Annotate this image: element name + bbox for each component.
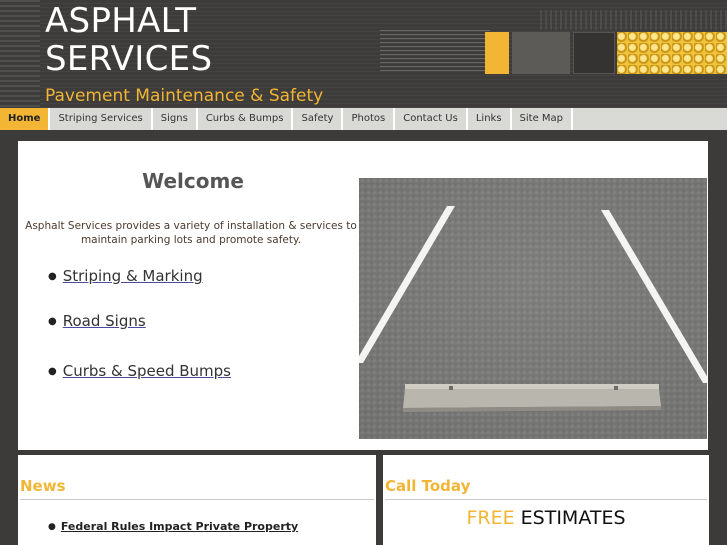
nav-item-site-map[interactable]: Site Map — [511, 108, 574, 130]
header-line-decoration — [380, 30, 490, 74]
header-stripe-decoration — [0, 0, 40, 108]
welcome-heading: Welcome — [142, 169, 244, 193]
service-list-item: ● Road Signs — [48, 312, 146, 330]
logo-title-line2: SERVICES — [45, 39, 213, 79]
news-title: News — [20, 477, 66, 495]
site-header: ASPHALT SERVICES Pavement Maintenance & … — [0, 0, 727, 108]
main-nav: Home Striping Services Signs Curbs & Bum… — [0, 108, 727, 130]
news-panel: News ● Federal Rules Impact Private Prope… — [18, 455, 376, 545]
call-today-panel: Call Today FREE ESTIMATES — [383, 455, 709, 545]
nav-item-safety[interactable]: Safety — [293, 108, 344, 130]
news-list-item: ● Federal Rules Impact Private Property — [48, 520, 298, 533]
bullet-dot-icon: ● — [48, 522, 56, 532]
nav-item-curbs-bumps[interactable]: Curbs & Bumps — [197, 108, 294, 130]
nav-item-signs[interactable]: Signs — [152, 108, 198, 130]
call-divider — [385, 499, 707, 500]
header-dark-block — [573, 32, 615, 74]
header-line-decoration-top — [540, 10, 727, 30]
bullet-dot-icon: ● — [48, 271, 57, 282]
nav-item-home[interactable]: Home — [0, 108, 51, 130]
logo-title-line1: ASPHALT — [45, 1, 197, 41]
header-dotted-yellow-image — [617, 32, 727, 74]
parking-lot-photo — [359, 178, 707, 439]
service-link-curbs-speed-bumps[interactable]: Curbs & Speed Bumps — [63, 362, 231, 380]
nav-item-striping-services[interactable]: Striping Services — [50, 108, 153, 130]
news-divider — [20, 499, 374, 500]
free-estimates-text: FREE ESTIMATES — [383, 507, 709, 529]
estimates-word: ESTIMATES — [520, 507, 626, 529]
call-today-title: Call Today — [385, 477, 471, 495]
news-link-federal-rules[interactable]: Federal Rules Impact Private Property — [61, 520, 298, 533]
bullet-dot-icon: ● — [48, 316, 57, 327]
nav-item-photos[interactable]: Photos — [343, 108, 396, 130]
header-gray-block — [512, 32, 570, 74]
service-link-striping-marking[interactable]: Striping & Marking — [63, 267, 203, 285]
header-yellow-block — [485, 32, 509, 74]
welcome-panel: Welcome Asphalt Services provides a vari… — [18, 141, 708, 450]
free-word: FREE — [466, 507, 515, 529]
site-tagline: Pavement Maintenance & Safety — [45, 86, 324, 106]
site-logo-title[interactable]: ASPHALT SERVICES — [45, 2, 212, 78]
service-link-road-signs[interactable]: Road Signs — [63, 312, 146, 330]
nav-item-contact-us[interactable]: Contact Us — [395, 108, 468, 130]
service-list-item: ● Striping & Marking — [48, 267, 203, 285]
intro-text: Asphalt Services provides a variety of i… — [25, 220, 357, 246]
bullet-dot-icon: ● — [48, 366, 57, 377]
nav-item-links[interactable]: Links — [467, 108, 512, 130]
service-list-item: ● Curbs & Speed Bumps — [48, 362, 231, 380]
